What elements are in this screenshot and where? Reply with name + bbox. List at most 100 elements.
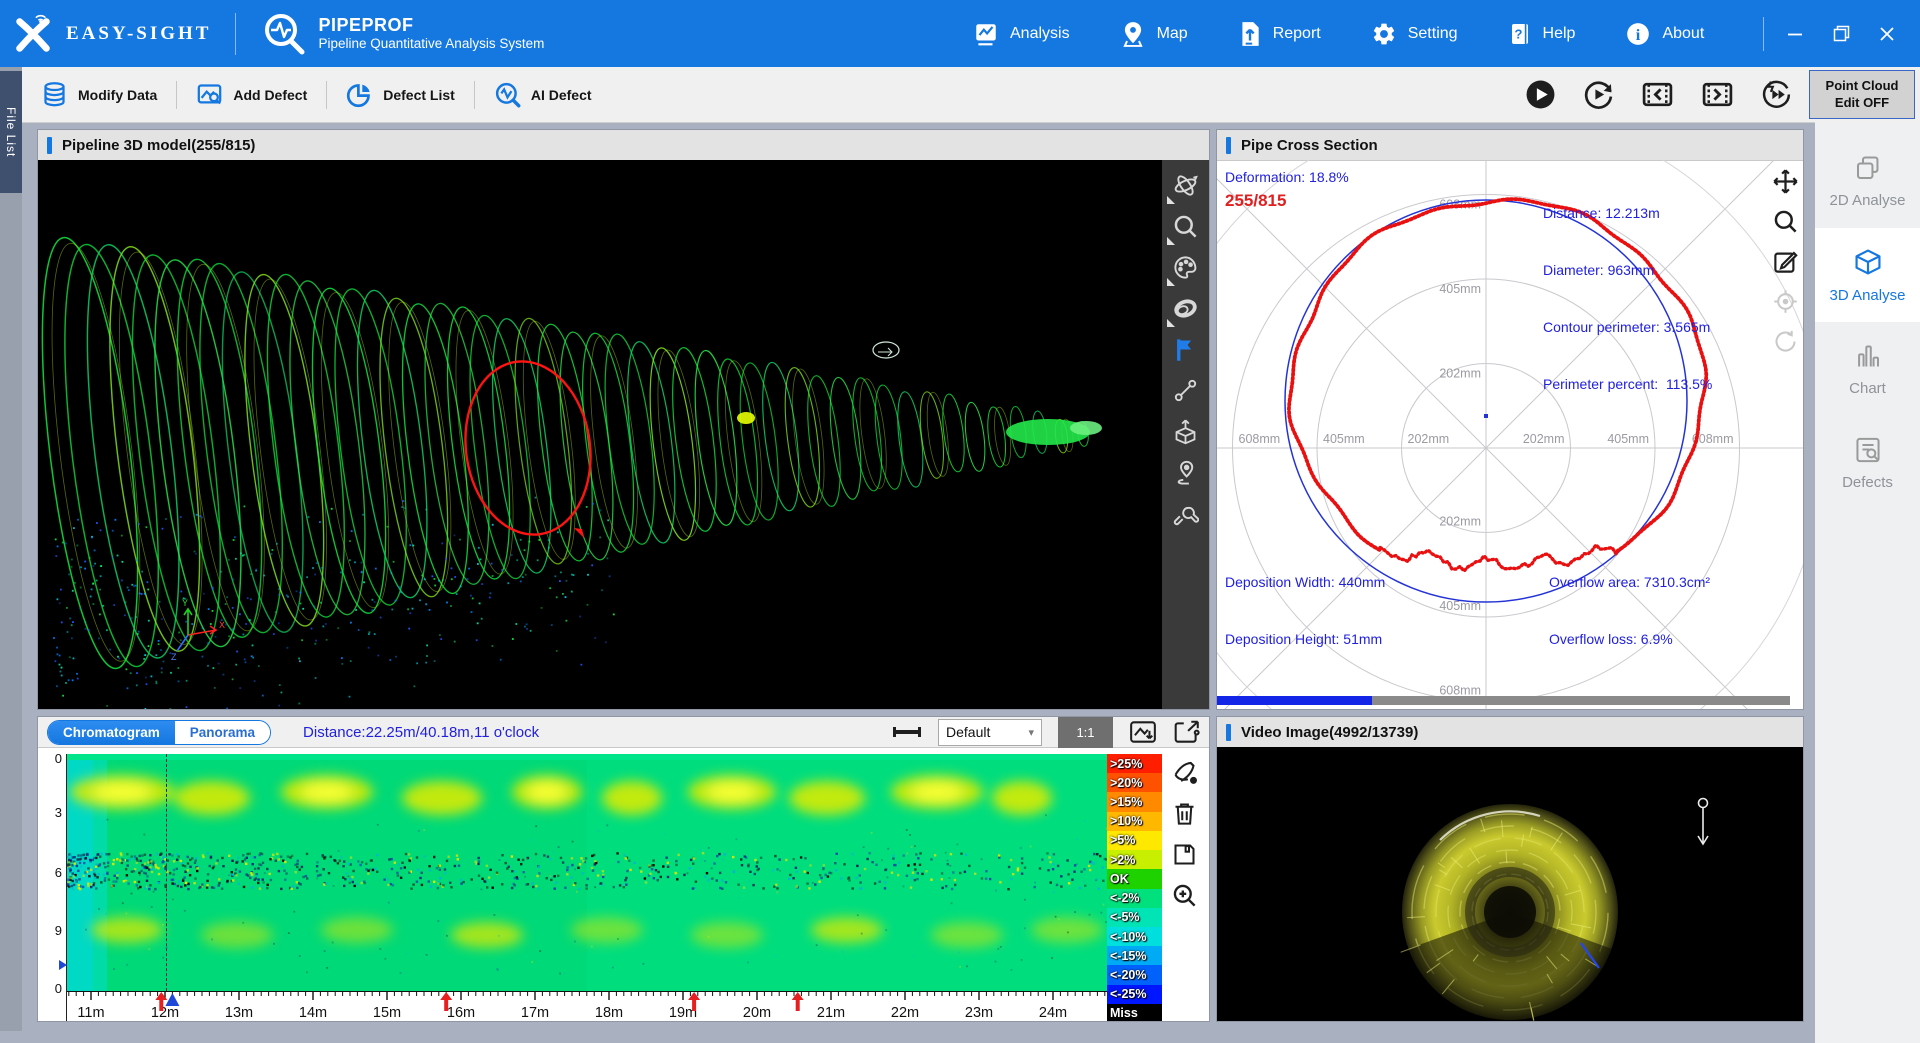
help-book-icon: ? [1508,21,1532,47]
export-window-icon[interactable] [1173,719,1201,745]
contour-perimeter-readout: Contour perimeter: 3.565m [1543,318,1712,337]
svg-text:Y: Y [182,598,188,608]
edit-contour-tool[interactable] [1772,248,1799,275]
menu-report[interactable]: Report [1213,21,1346,47]
ring-section-tool[interactable] [1167,289,1205,327]
flag-marker-tool[interactable] [1167,330,1205,368]
zoom-tool[interactable] [1167,207,1205,245]
replay-button[interactable] [1583,79,1614,110]
color-scale-row: OK [1107,869,1162,888]
clock-tick-label: 0 [40,981,62,996]
play-speed-button[interactable] [1761,79,1792,110]
product-subtitle: Pipeline Quantitative Analysis System [318,36,544,52]
video-viewport[interactable] [1217,747,1803,1021]
sidebar-item-chart[interactable]: Chart [1815,322,1920,416]
header-accent [1226,724,1231,741]
x-tick-label: 14m [299,1005,327,1021]
menu-map[interactable]: Map [1095,21,1213,47]
defect-list-button[interactable]: Defect List [327,81,474,108]
sidebar-item-3d-analyse[interactable]: 3D Analyse [1815,228,1920,322]
clock-tick-label: 0 [40,751,62,766]
menu-label: Analysis [1010,25,1070,43]
color-scale-row: <-5% [1107,908,1162,927]
center-target-tool[interactable] [1772,288,1799,315]
scale-mode-select[interactable]: Default ▾ [938,719,1042,746]
ratio-1-1-button[interactable]: 1:1 [1058,717,1113,748]
point-cloud-canvas[interactable]: XYZ [38,160,1162,709]
view-tabs: Chromatogram Panorama [47,720,271,745]
annotate-pen-icon[interactable] [1171,759,1198,786]
color-scale-row: >2% [1107,850,1162,869]
tab-panorama[interactable]: Panorama [175,721,270,744]
restore-button[interactable] [1818,0,1864,67]
orbit-tool[interactable] [1167,166,1205,204]
snapshot-save-icon[interactable] [1129,719,1157,745]
modify-data-button[interactable]: Modify Data [22,81,176,108]
zoom-tool[interactable] [1772,208,1799,235]
cross-section-header: Pipe Cross Section [1217,130,1803,161]
sidebar-label: 3D Analyse [1830,287,1906,304]
svg-text:405mm: 405mm [1323,432,1365,446]
measure-line-tool[interactable] [1167,371,1205,409]
next-frame-button[interactable] [1701,79,1734,110]
chromatogram-panel: Chromatogram Panorama Distance:22.25m/40… [37,716,1210,1022]
color-scale-row: >25% [1107,754,1162,773]
menu-about[interactable]: i About [1600,21,1729,47]
menu-help[interactable]: ? Help [1483,21,1601,47]
delete-trash-icon[interactable] [1171,800,1198,827]
color-scale-row: <-2% [1107,889,1162,908]
position-cursor[interactable] [166,754,167,991]
distance-clock-readout: Distance:22.25m/40.18m,11 o'clock [303,724,539,741]
x-tick-label: 18m [595,1005,623,1021]
clock-tick-label: 6 [40,865,62,880]
chromatogram-tools [1171,759,1198,909]
point-cloud-label-2: Edit OFF [1835,95,1889,112]
location-track-tool[interactable] [1167,453,1205,491]
clock-position-marker [59,960,67,970]
rotate-view-tool[interactable] [1772,328,1799,355]
menu-setting[interactable]: Setting [1346,21,1483,47]
window-controls [1763,0,1910,67]
point-cloud-edit-toggle[interactable]: Point Cloud Edit OFF [1809,70,1915,119]
color-palette-tool[interactable] [1167,248,1205,286]
deformation-heatmap[interactable] [67,754,1107,991]
sidebar-item-defects[interactable]: Defects [1815,416,1920,510]
color-scale-row: <-15% [1107,946,1162,965]
cross-section-progress[interactable] [1217,696,1790,705]
wrench-settings-tool[interactable] [1167,494,1205,532]
pan-tool[interactable] [1772,168,1799,195]
overflow-loss: Overflow loss: 6.9% [1549,630,1710,649]
pipeline-3d-viewport[interactable]: XYZ [38,160,1209,709]
color-scale-row: Miss [1107,1004,1162,1021]
3d-cube-icon [1852,246,1884,278]
svg-text:i: i [1636,25,1641,43]
x-tick-label: 12m [151,1005,179,1021]
save-disk-icon[interactable] [1171,841,1198,868]
file-list-tab[interactable]: File List [0,71,22,193]
tab-chromatogram[interactable]: Chromatogram [48,721,175,744]
point-cloud-label-1: Point Cloud [1826,78,1899,95]
width-ruler-icon[interactable] [892,721,922,743]
previous-frame-button[interactable] [1641,79,1674,110]
sidebar-item-2d-analyse[interactable]: 2D Analyse [1815,134,1920,228]
x-tick-label: 23m [965,1005,993,1021]
database-icon [41,81,68,108]
play-button[interactable] [1525,79,1556,110]
cross-section-body[interactable]: 202mm202mm202mm202mm405mm405mm405mm405mm… [1217,160,1803,709]
zoom-in-icon[interactable] [1171,882,1198,909]
menu-analysis[interactable]: Analysis [948,21,1095,47]
close-button[interactable] [1864,0,1910,67]
minimize-button[interactable] [1772,0,1818,67]
toolbar-label: AI Defect [531,87,592,103]
x-tick-label: 13m [225,1005,253,1021]
color-scale-row: >5% [1107,831,1162,850]
x-tick-label: 15m [373,1005,401,1021]
distance-axis[interactable]: 11m12m13m14m15m16m17m18m19m20m21m22m23m2… [67,991,1107,1021]
pipeline-3d-header: Pipeline 3D model(255/815) [38,130,1209,161]
add-defect-button[interactable]: Add Defect [177,81,326,108]
export-cube-tool[interactable] [1167,412,1205,450]
toolbar-label: Defect List [383,87,455,103]
deformation-readout: Deformation: 18.8% [1225,168,1349,187]
video-image-panel: Video Image(4992/13739) [1216,716,1804,1022]
ai-defect-button[interactable]: AI Defect [475,81,611,108]
